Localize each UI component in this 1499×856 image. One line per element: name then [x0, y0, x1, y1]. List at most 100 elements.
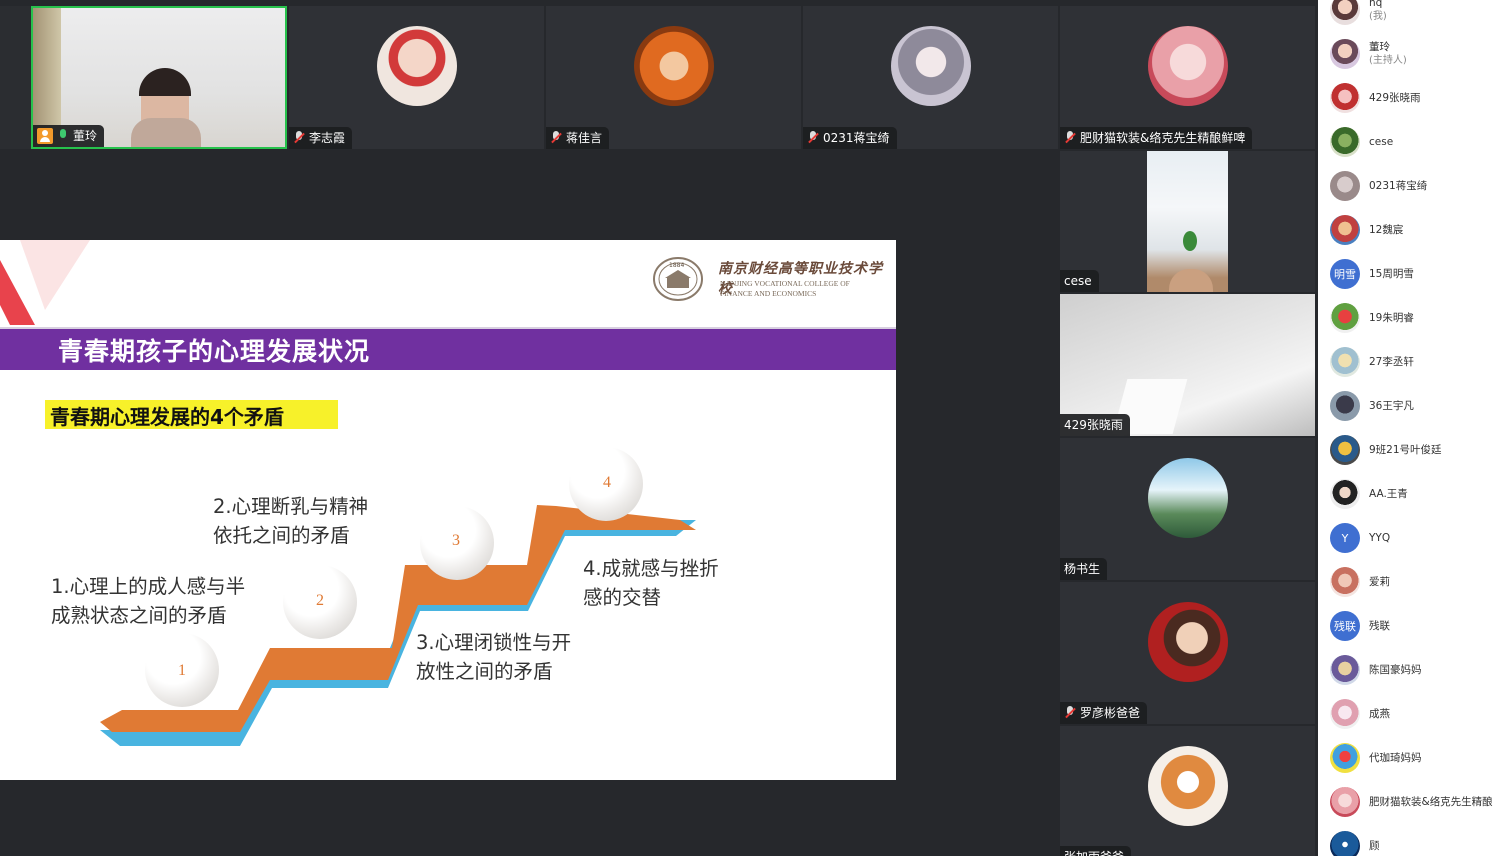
participant-list-item[interactable]: 成燕	[1330, 698, 1390, 730]
participant-name: 9班21号叶俊廷	[1369, 443, 1442, 456]
shared-screen-slide: 1884 南京财经高等职业技术学校 NANJING VOCATIONAL COL…	[0, 240, 896, 780]
video-tile[interactable]: 0231蒋宝绮	[803, 6, 1058, 149]
participant-avatar	[1148, 26, 1228, 106]
participant-avatar	[1148, 458, 1228, 538]
tile-nameplate: 张加雨爸爸	[1060, 846, 1132, 856]
participant-name: 429张晓雨	[1064, 418, 1123, 432]
participant-avatar	[891, 26, 971, 106]
participant-avatar	[1330, 83, 1360, 113]
participant-list-item[interactable]: 12魏宸	[1330, 214, 1403, 246]
video-tile[interactable]: 429张晓雨	[1060, 294, 1315, 436]
participants-panel[interactable]: hq (我) 董玲 (主持人) 429张晓雨 cese 0231蒋宝绮 12魏宸明雪 15周明雪…	[1318, 0, 1499, 856]
participant-list-item[interactable]: hq (我)	[1330, 0, 1387, 26]
participant-list-item[interactable]: 陈国豪妈妈	[1330, 654, 1422, 686]
participant-list-item[interactable]: 27李丞轩	[1330, 346, 1414, 378]
participant-list-item[interactable]: 顾	[1330, 830, 1380, 856]
participant-name: 董玲	[73, 129, 98, 143]
participant-name: 代珈琦妈妈	[1369, 751, 1422, 764]
microphone-on-icon	[57, 129, 69, 143]
participant-avatar	[1330, 391, 1360, 421]
participant-name: 蒋佳言	[566, 131, 603, 145]
participant-list-item[interactable]: 肥财猫软装&络克先生精酿	[1330, 786, 1493, 818]
participant-list-item[interactable]: 429张晓雨	[1330, 82, 1421, 114]
participant-name: 罗彦彬爸爸	[1080, 706, 1141, 720]
participant-name: 顾	[1369, 839, 1380, 852]
participant-name: 0231蒋宝绮	[823, 131, 890, 145]
step-ball-number: 1	[178, 662, 186, 679]
participant-list-item[interactable]: 36王宇凡	[1330, 390, 1414, 422]
item-4-text: 4.成就感与挫折 感的交替	[583, 557, 719, 609]
participant-name: 肥财猫软装&络克先生精酿鲜啤	[1080, 131, 1246, 145]
participant-name: 李志霞	[309, 131, 346, 145]
participant-avatar	[1330, 347, 1360, 377]
participant-name: 残联	[1369, 619, 1390, 632]
participant-name: 董玲	[1369, 41, 1390, 53]
participant-name: 爱莉	[1369, 575, 1390, 588]
participant-avatar	[377, 26, 457, 106]
participant-list-name: 顾	[1369, 840, 1380, 853]
participant-avatar	[1330, 567, 1360, 597]
participant-list-name: 15周明雪	[1369, 268, 1414, 281]
participant-name: 0231蒋宝绮	[1369, 179, 1428, 192]
microphone-muted-icon	[1064, 706, 1076, 720]
video-tile[interactable]: 蒋佳言	[546, 6, 801, 149]
participant-list-item[interactable]: 爱莉	[1330, 566, 1390, 598]
item-2-text: 2.心理断乳与精神 依托之间的矛盾	[213, 495, 369, 547]
participant-avatar	[1330, 787, 1360, 817]
participant-list-name: 9班21号叶俊廷	[1369, 444, 1442, 457]
tile-nameplate: 董玲	[33, 125, 105, 147]
participant-name: 12魏宸	[1369, 223, 1404, 236]
microphone-muted-icon	[293, 131, 305, 145]
participant-role: (主持人)	[1369, 55, 1407, 66]
participant-list-name: 肥财猫软装&络克先生精酿	[1369, 796, 1493, 809]
tile-nameplate: 肥财猫软装&络克先生精酿鲜啤	[1060, 127, 1253, 149]
participant-name: 杨书生	[1064, 562, 1101, 576]
participant-avatar	[1330, 743, 1360, 773]
participant-list-name: 代珈琦妈妈	[1369, 752, 1422, 765]
video-tile[interactable]: 肥财猫软装&络克先生精酿鲜啤	[1060, 6, 1315, 149]
participant-name: 肥财猫软装&络克先生精酿	[1369, 795, 1493, 808]
participant-list-name: 成燕	[1369, 708, 1390, 721]
participant-name: AA.王青	[1369, 487, 1408, 500]
item-1-text: 1.心理上的成人感与半 成熟状态之间的矛盾	[51, 575, 246, 627]
video-tile-host[interactable]: 董玲	[0, 6, 287, 149]
participant-list-item[interactable]: cese	[1330, 126, 1393, 158]
participant-list-item[interactable]: 残联 残联	[1330, 610, 1390, 642]
participant-avatar	[1330, 127, 1360, 157]
video-tile[interactable]: 张加雨爸爸	[1060, 726, 1315, 856]
participant-list-item[interactable]: AA.王青	[1330, 478, 1408, 510]
participant-avatar: 明雪	[1330, 259, 1360, 289]
participant-list-item[interactable]: 代珈琦妈妈	[1330, 742, 1422, 774]
participant-list-name: 36王宇凡	[1369, 400, 1414, 413]
participant-video-feed	[1147, 151, 1228, 292]
participant-avatar	[1148, 746, 1228, 826]
participant-name: 成燕	[1369, 707, 1390, 720]
video-tile[interactable]: 杨书生	[1060, 438, 1315, 580]
participant-list-item[interactable]: 明雪 15周明雪	[1330, 258, 1414, 290]
participant-avatar	[1330, 435, 1360, 465]
tile-nameplate: 罗彦彬爸爸	[1060, 702, 1148, 724]
microphone-muted-icon	[807, 131, 819, 145]
participant-name: 15周明雪	[1369, 267, 1414, 280]
participant-avatar	[1330, 831, 1360, 856]
video-tile[interactable]: 李志霞	[289, 6, 544, 149]
video-tile[interactable]: 罗彦彬爸爸	[1060, 582, 1315, 724]
participant-list-item[interactable]: Y YYQ	[1330, 522, 1390, 554]
participant-list-item[interactable]: 9班21号叶俊廷	[1330, 434, 1442, 466]
participant-list-name: 429张晓雨	[1369, 92, 1421, 105]
participant-list-item[interactable]: 董玲 (主持人)	[1330, 38, 1407, 70]
tile-nameplate: 李志霞	[289, 127, 353, 149]
step-ball-number: 3	[452, 532, 460, 549]
participant-avatar	[1330, 655, 1360, 685]
video-tile[interactable]: cese	[1060, 151, 1315, 292]
participant-avatar	[1148, 602, 1228, 682]
participant-name: 陈国豪妈妈	[1369, 663, 1422, 676]
participant-list-item[interactable]: 0231蒋宝绮	[1330, 170, 1427, 202]
participant-avatar	[1330, 303, 1360, 333]
participant-avatar	[1330, 215, 1360, 245]
host-user-icon	[37, 128, 53, 144]
participant-avatar	[1330, 171, 1360, 201]
participant-list-name: 董玲 (主持人)	[1369, 41, 1407, 67]
participant-avatar	[1330, 699, 1360, 729]
participant-list-item[interactable]: 19朱明睿	[1330, 302, 1414, 334]
